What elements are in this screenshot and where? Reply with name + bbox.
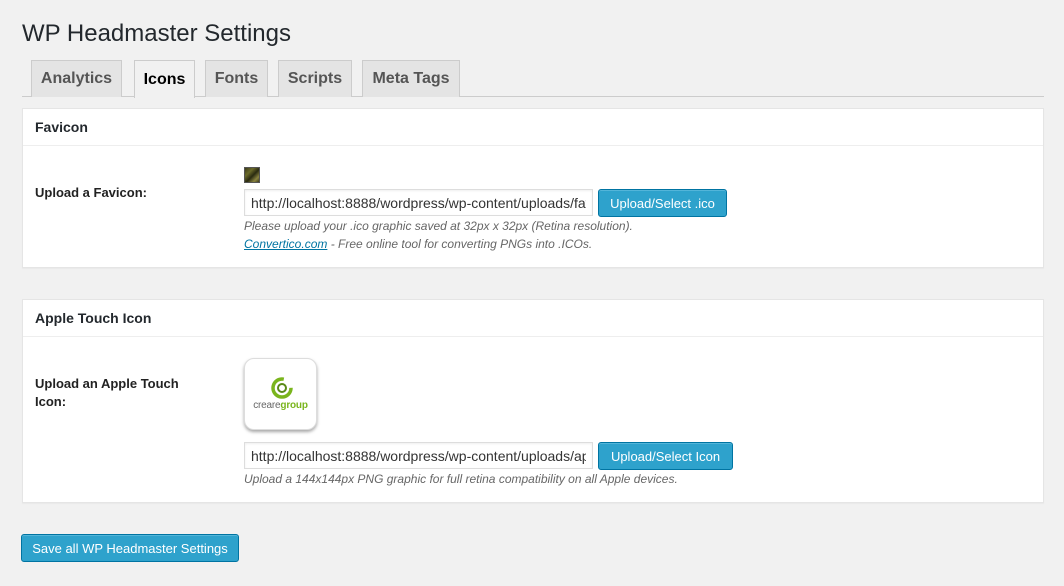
convertico-link[interactable]: Convertico.com [244, 237, 327, 251]
upload-favicon-button[interactable]: Upload/Select .ico [598, 189, 727, 217]
save-settings-button[interactable]: Save all WP Headmaster Settings [21, 534, 239, 562]
favicon-help-line: Convertico.com - Free online tool for co… [244, 235, 592, 253]
favicon-label: Upload a Favicon: [35, 185, 147, 200]
apple-touch-description: Upload a 144x144px PNG graphic for full … [244, 472, 678, 486]
apple-touch-panel-header: Apple Touch Icon [23, 300, 1043, 337]
tab-analytics[interactable]: Analytics [31, 60, 122, 97]
logo-wordmark: crearegroup [253, 400, 308, 411]
apple-touch-panel: Apple Touch Icon Upload an Apple Touch I… [22, 299, 1044, 503]
upload-apple-icon-button[interactable]: Upload/Select Icon [598, 442, 733, 470]
tab-fonts[interactable]: Fonts [205, 60, 268, 97]
tab-meta-tags[interactable]: Meta Tags [362, 60, 460, 97]
page-title: WP Headmaster Settings [22, 20, 292, 47]
creare-logo-icon [271, 377, 293, 399]
apple-touch-label: Upload an Apple Touch Icon: [35, 376, 179, 409]
apple-touch-preview-image: crearegroup [244, 358, 317, 430]
apple-touch-url-input[interactable] [244, 442, 593, 469]
favicon-preview-image [244, 167, 260, 183]
tab-icons[interactable]: Icons [134, 60, 195, 98]
convertico-link-suffix: - Free online tool for converting PNGs i… [327, 237, 593, 251]
tab-scripts[interactable]: Scripts [278, 60, 352, 97]
favicon-panel: Favicon Upload a Favicon: Upload/Select … [22, 108, 1044, 268]
tab-bar: Analytics Icons Fonts Scripts Meta Tags [22, 59, 1044, 98]
favicon-description: Please upload your .ico graphic saved at… [244, 219, 633, 233]
favicon-panel-header: Favicon [23, 109, 1043, 146]
favicon-url-input[interactable] [244, 189, 593, 216]
